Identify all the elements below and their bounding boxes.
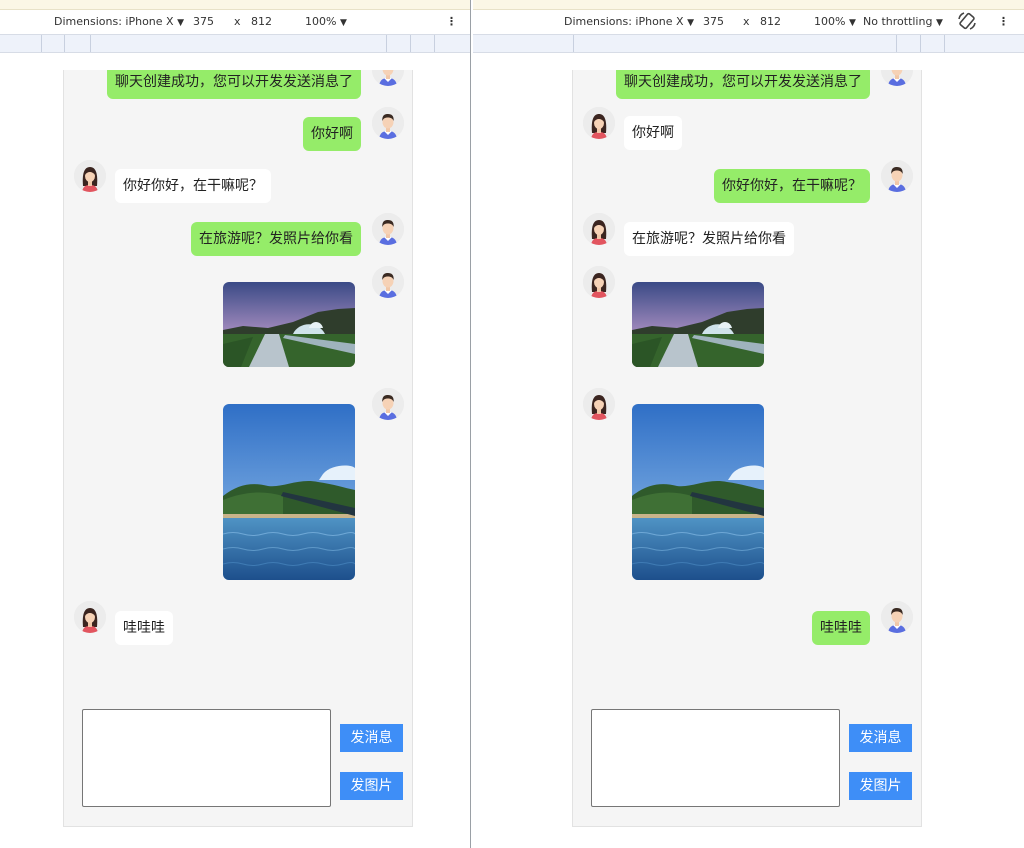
message-bubble-mine: 聊天创建成功，您可以开发发送消息了 xyxy=(107,70,361,99)
message-bubble-other: 哇哇哇 xyxy=(115,611,173,645)
top-strip xyxy=(473,0,1024,10)
dimensions-select[interactable]: Dimensions: iPhone X ▼ xyxy=(564,15,694,28)
male-avatar-icon xyxy=(372,213,404,245)
message-bubble-other: 在旅游呢？发照片给你看 xyxy=(624,222,794,256)
device-toolbar: Dimensions: iPhone X ▼ 375 x 812 100% ▼ … xyxy=(0,10,470,34)
triangle-down-icon: ▼ xyxy=(177,18,184,28)
media-query-ruler xyxy=(473,34,1024,53)
triangle-down-icon: ▼ xyxy=(848,18,856,28)
female-avatar-icon xyxy=(74,160,106,192)
male-avatar-icon xyxy=(372,107,404,139)
photo-message[interactable] xyxy=(223,282,355,367)
send-message-button[interactable]: 发消息 xyxy=(849,724,912,752)
triangle-down-icon: ▼ xyxy=(339,18,347,28)
dimensions-label: Dimensions: iPhone X xyxy=(54,15,174,28)
width-field[interactable]: 375 xyxy=(703,15,724,28)
send-image-button[interactable]: 发图片 xyxy=(849,772,912,800)
triangle-down-icon: ▼ xyxy=(935,18,943,28)
female-avatar-icon xyxy=(583,266,615,298)
devtools-pane-left: Dimensions: iPhone X ▼ 375 x 812 100% ▼ … xyxy=(0,0,471,848)
media-query-ruler xyxy=(0,34,470,53)
vertical-dots-icon[interactable]: ⋮ xyxy=(446,15,457,28)
message-bubble-mine: 你好啊 xyxy=(303,117,361,151)
throttling-label: No throttling xyxy=(863,15,933,28)
photo-message[interactable] xyxy=(223,404,355,580)
chat-window: 聊天创建成功，您可以开发发送消息了 你好啊 你好你好，在干嘛呢？ 在旅游呢？发照… xyxy=(572,70,922,827)
devtools-pane-right: Dimensions: iPhone X ▼ 375 x 812 100% ▼ … xyxy=(473,0,1024,848)
female-avatar-icon xyxy=(583,213,615,245)
male-avatar-icon xyxy=(881,160,913,192)
width-field[interactable]: 375 xyxy=(193,15,214,28)
vertical-dots-icon[interactable]: ⋮ xyxy=(998,15,1009,28)
message-bubble-mine: 在旅游呢？发照片给你看 xyxy=(191,222,361,256)
male-avatar-icon xyxy=(881,601,913,633)
times-sign: x xyxy=(234,15,241,28)
height-field[interactable]: 812 xyxy=(760,15,781,28)
send-image-button[interactable]: 发图片 xyxy=(340,772,403,800)
photo-message[interactable] xyxy=(632,404,764,580)
zoom-select[interactable]: 100% ▼ xyxy=(814,15,856,28)
female-avatar-icon xyxy=(74,601,106,633)
female-avatar-icon xyxy=(583,388,615,420)
male-avatar-icon xyxy=(881,70,913,86)
rotate-icon[interactable] xyxy=(957,11,977,34)
message-bubble-other: 你好啊 xyxy=(624,116,682,150)
triangle-down-icon: ▼ xyxy=(687,18,694,28)
zoom-select[interactable]: 100% ▼ xyxy=(305,15,347,28)
female-avatar-icon xyxy=(583,107,615,139)
message-input[interactable] xyxy=(591,709,840,807)
message-bubble-mine: 哇哇哇 xyxy=(812,611,870,645)
male-avatar-icon xyxy=(372,388,404,420)
message-bubble-mine: 聊天创建成功，您可以开发发送消息了 xyxy=(616,70,870,99)
send-message-button[interactable]: 发消息 xyxy=(340,724,403,752)
message-bubble-mine: 你好你好，在干嘛呢？ xyxy=(714,169,870,203)
throttling-select[interactable]: No throttling ▼ xyxy=(863,15,943,28)
top-strip xyxy=(0,0,470,10)
chat-window: 聊天创建成功，您可以开发发送消息了 你好啊 你好你好，在干嘛呢？ 在旅游呢？发照… xyxy=(63,70,413,827)
device-toolbar: Dimensions: iPhone X ▼ 375 x 812 100% ▼ … xyxy=(473,10,1024,34)
dimensions-label: Dimensions: iPhone X xyxy=(564,15,684,28)
male-avatar-icon xyxy=(372,70,404,86)
zoom-label: 100% xyxy=(814,15,846,28)
zoom-label: 100% xyxy=(305,15,337,28)
height-field[interactable]: 812 xyxy=(251,15,272,28)
message-input[interactable] xyxy=(82,709,331,807)
photo-message[interactable] xyxy=(632,282,764,367)
male-avatar-icon xyxy=(372,266,404,298)
times-sign: x xyxy=(743,15,750,28)
message-bubble-other: 你好你好，在干嘛呢？ xyxy=(115,169,271,203)
dimensions-select[interactable]: Dimensions: iPhone X ▼ xyxy=(54,15,184,28)
